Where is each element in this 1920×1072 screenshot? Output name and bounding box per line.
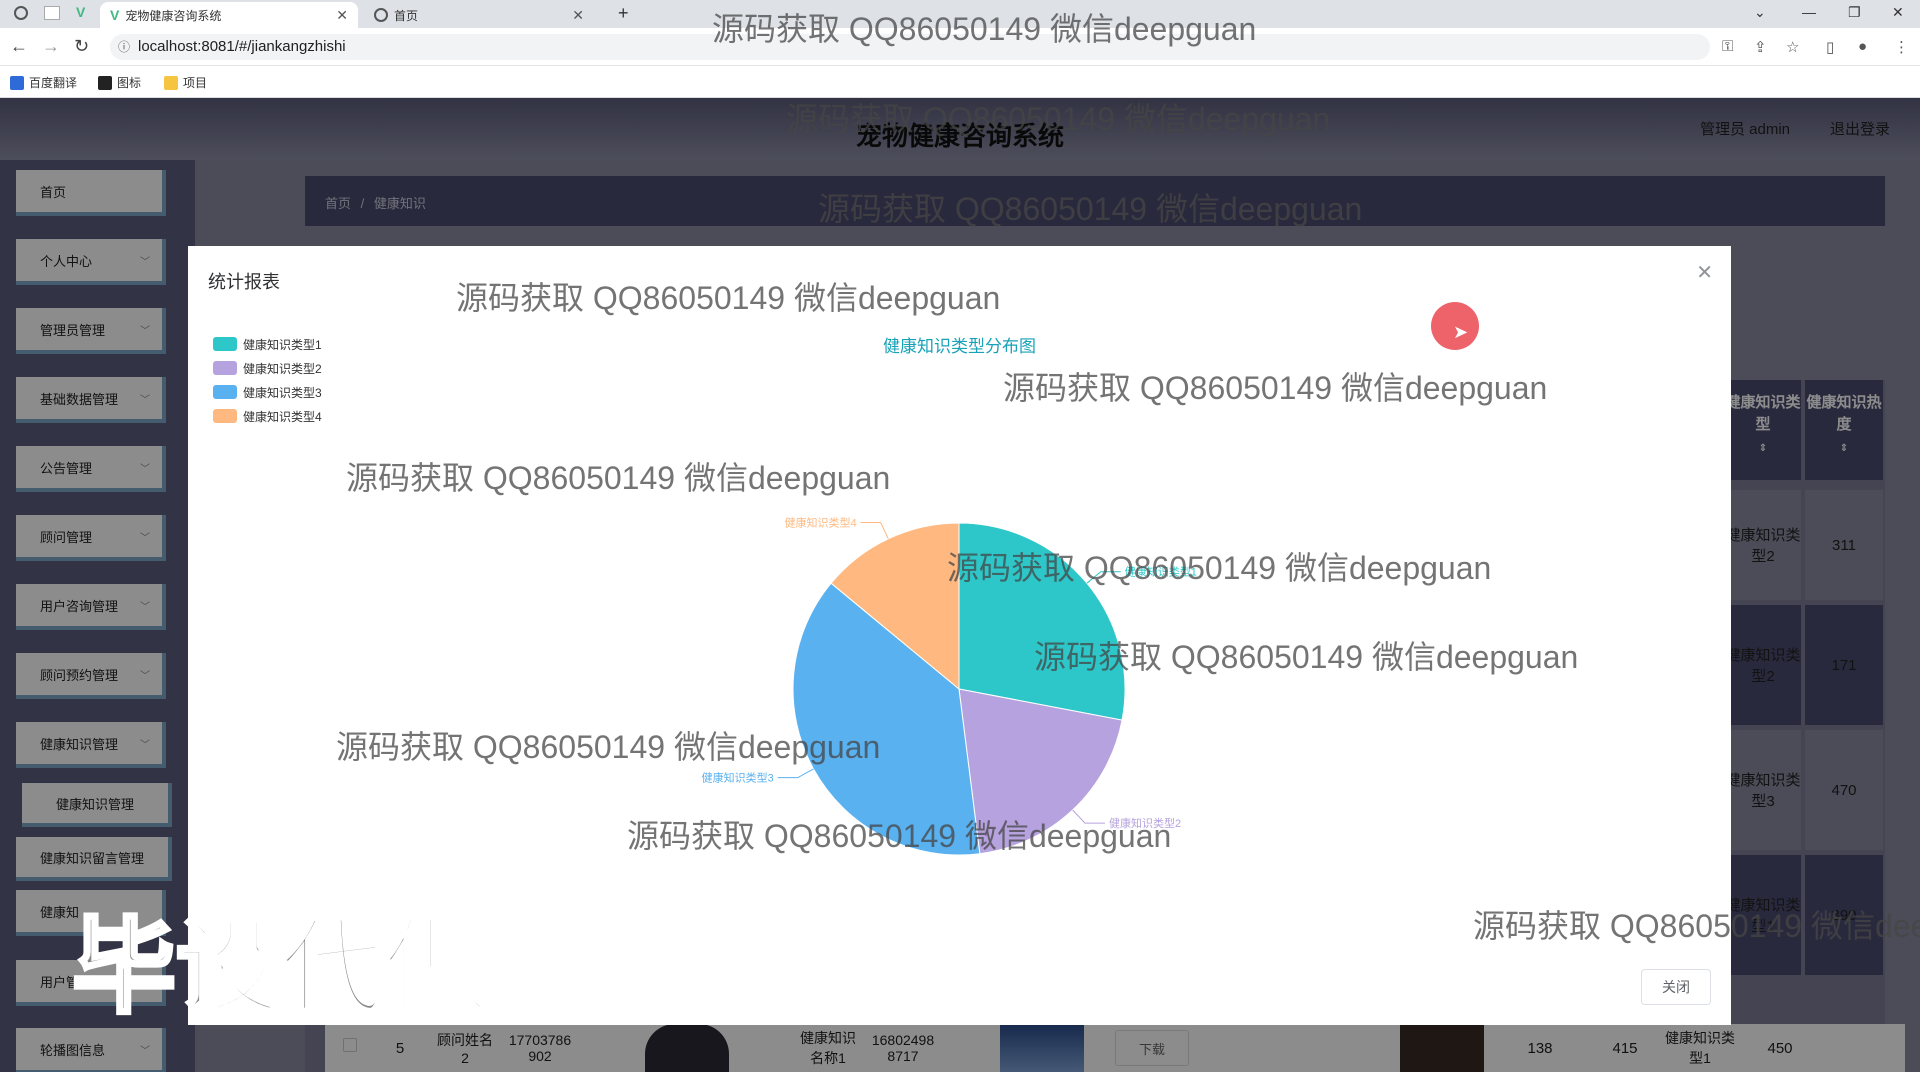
tab-icon[interactable]: [44, 6, 60, 20]
pie-label: 健康知识类型4: [785, 516, 857, 530]
url-field[interactable]: ⓘ localhost:8081/#/jiankangzhishi: [110, 34, 1710, 60]
bookmark-project[interactable]: 项目: [164, 74, 207, 91]
mouse-cursor-icon: ➤: [1453, 322, 1469, 342]
reload-icon[interactable]: ↻: [74, 36, 89, 57]
translate-icon: [10, 75, 24, 90]
pie-label-line: [860, 522, 889, 540]
chevron-down-icon[interactable]: ⌄: [1754, 4, 1766, 21]
close-window-icon[interactable]: ✕: [1892, 4, 1904, 21]
image-icon: [98, 75, 112, 90]
restore-icon[interactable]: ❐: [1848, 4, 1861, 21]
close-icon[interactable]: ✕: [572, 7, 584, 24]
info-icon[interactable]: ⓘ: [118, 34, 130, 60]
bookmark-icons[interactable]: 图标: [98, 74, 141, 91]
share-icon[interactable]: ⇪: [1754, 38, 1767, 56]
tab-title: 首页: [394, 8, 419, 23]
vue-icon: V: [110, 7, 120, 23]
url-text: localhost:8081/#/jiankangzhishi: [138, 38, 346, 55]
new-tab-icon[interactable]: +: [618, 3, 629, 24]
forward-icon[interactable]: →: [42, 36, 60, 57]
profile-icon[interactable]: ●: [1858, 38, 1867, 55]
browser-icon[interactable]: [14, 6, 28, 20]
pie-label-line: [777, 768, 814, 779]
key-icon[interactable]: ⚿: [1722, 38, 1733, 55]
pie-slice[interactable]: [958, 522, 1126, 721]
bookmark-label: 图标: [117, 76, 142, 90]
watermark-big: 毕设代做: [70, 908, 490, 1028]
bookmark-label: 项目: [183, 76, 208, 90]
back-icon[interactable]: ←: [10, 36, 28, 57]
pie-label-line: [1072, 809, 1105, 824]
globe-icon: [374, 8, 388, 22]
tab-title: 宠物健康咨询系统: [125, 8, 222, 23]
close-button[interactable]: 关闭: [1641, 969, 1711, 1005]
address-bar: ← → ↻ ⓘ localhost:8081/#/jiankangzhishi …: [0, 28, 1920, 66]
close-icon[interactable]: ✕: [336, 7, 348, 24]
folder-icon: [164, 75, 178, 90]
pie-label: 健康知识类型3: [702, 771, 774, 785]
pie-label: 健康知识类型2: [1109, 816, 1181, 830]
vue-icon[interactable]: V: [76, 4, 85, 20]
minimize-icon[interactable]: —: [1802, 4, 1816, 20]
tab-active[interactable]: V 宠物健康咨询系统 ✕: [100, 2, 358, 28]
pie-label: 健康知识类型1: [1125, 565, 1197, 579]
browser-tab-strip: V V 宠物健康咨询系统 ✕ 首页 ✕ + ⌄ — ❐ ✕: [0, 0, 1920, 28]
pie-label-line: [1086, 571, 1121, 584]
star-icon[interactable]: ☆: [1786, 38, 1799, 56]
tab-home[interactable]: 首页 ✕: [364, 2, 594, 28]
bookmarks-bar: 百度翻译 图标 项目: [0, 66, 1920, 98]
bookmark-translate[interactable]: 百度翻译: [10, 74, 77, 91]
menu-icon[interactable]: ⋮: [1894, 38, 1909, 56]
sidepanel-icon[interactable]: ▯: [1826, 38, 1834, 56]
bookmark-label: 百度翻译: [29, 76, 78, 90]
